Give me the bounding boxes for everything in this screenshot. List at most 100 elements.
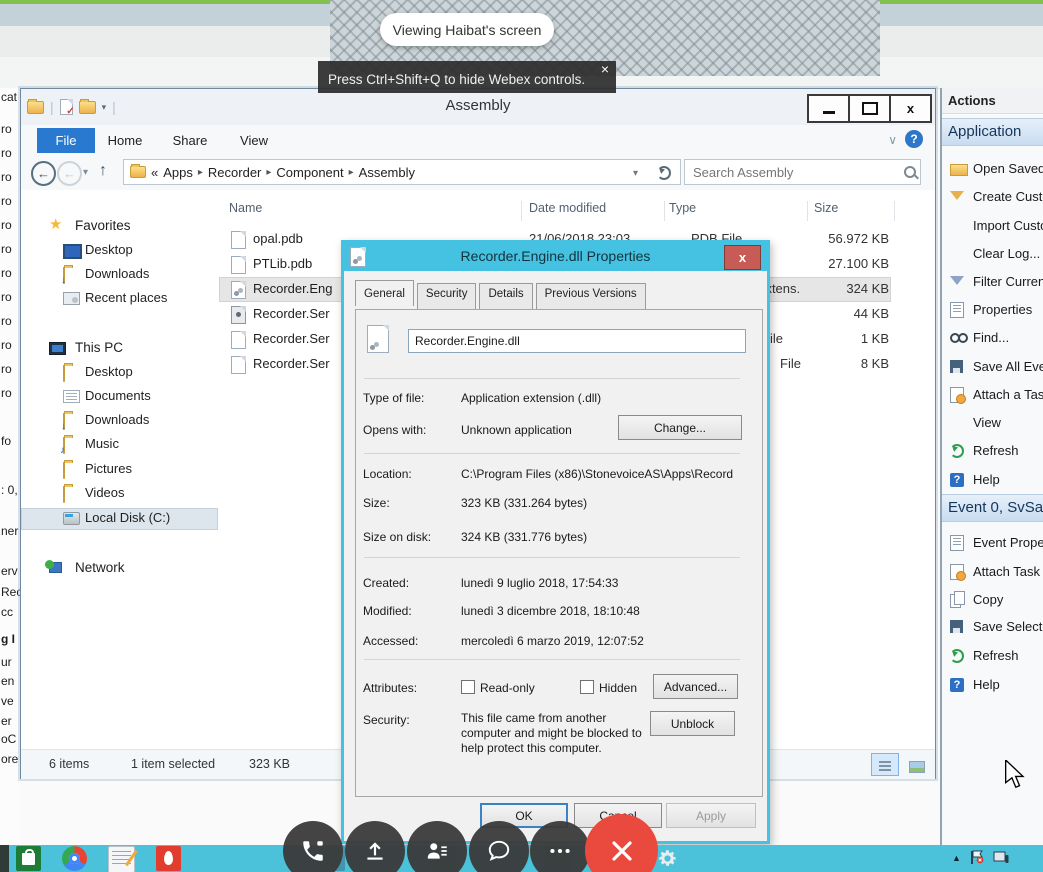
action-save-selected[interactable]: Save Selected Events...: [942, 616, 1043, 640]
search-input[interactable]: [684, 159, 921, 185]
opens-with-label: Opens with:: [363, 423, 426, 437]
explorer-titlebar[interactable]: | ✓ ▾ | Assembly x: [21, 89, 935, 125]
up-button[interactable]: ↑: [99, 162, 107, 180]
breadcrumb-segment[interactable]: Recorder: [208, 165, 261, 180]
action-clear-log[interactable]: Clear Log...: [942, 243, 1043, 267]
toast-close-button[interactable]: ×: [601, 62, 609, 76]
modified-label: Modified:: [363, 604, 412, 618]
ribbon-collapse-chevron-icon[interactable]: ∨: [888, 133, 897, 147]
hidden-checkbox[interactable]: [580, 680, 594, 694]
unblock-button[interactable]: Unblock: [650, 711, 735, 736]
sidebar-item-favorites[interactable]: Favorites: [21, 216, 218, 238]
filename-field[interactable]: [408, 329, 746, 353]
sidebar-item-recent-places[interactable]: Recent places: [21, 288, 218, 310]
sidebar-item-downloads-pc[interactable]: Downloads: [21, 410, 218, 432]
webex-participants-button[interactable]: [407, 821, 467, 872]
gear-app-icon[interactable]: [655, 846, 680, 871]
task-icon: [950, 564, 964, 580]
sidebar-item-desktop-pc[interactable]: Desktop: [21, 362, 218, 384]
action-find[interactable]: Find...: [942, 327, 1043, 351]
column-divider[interactable]: [664, 201, 665, 221]
webex-more-button[interactable]: [530, 821, 590, 872]
red-app-icon[interactable]: [156, 846, 181, 871]
help-icon: ?: [950, 678, 964, 692]
column-header-date[interactable]: Date modified: [529, 201, 606, 215]
show-hidden-icons-arrow-icon[interactable]: ▲: [952, 853, 961, 863]
tab-share[interactable]: Share: [167, 128, 213, 153]
actions-section-event[interactable]: Event 0, SvSa: [942, 494, 1043, 522]
tray-device-icon[interactable]: [993, 851, 1009, 865]
dialog-close-button[interactable]: x: [724, 245, 761, 270]
action-properties[interactable]: Properties: [942, 299, 1043, 323]
advanced-button[interactable]: Advanced...: [653, 674, 738, 699]
webex-call-button[interactable]: [283, 821, 343, 872]
action-help[interactable]: ?Help: [942, 469, 1043, 493]
sidebar-item-music[interactable]: Music: [21, 434, 218, 456]
search-icon[interactable]: [904, 166, 916, 178]
action-attach-task[interactable]: Attach a Task To...: [942, 384, 1043, 408]
maximize-button[interactable]: [848, 94, 891, 123]
tab-view[interactable]: View: [233, 128, 275, 153]
breadcrumb-segment[interactable]: Component: [276, 165, 343, 180]
readonly-checkbox[interactable]: [461, 680, 475, 694]
column-header-type[interactable]: Type: [669, 201, 696, 215]
ribbon-help-icon[interactable]: ?: [905, 130, 923, 148]
close-button[interactable]: x: [889, 94, 932, 123]
action-copy[interactable]: Copy: [942, 589, 1043, 613]
breadcrumb-overflow[interactable]: «: [151, 165, 158, 180]
action-attach-task-event[interactable]: Attach Task To This...: [942, 561, 1043, 585]
action-event-properties[interactable]: Event Properties: [942, 532, 1043, 556]
details-view-button[interactable]: [871, 753, 899, 776]
notepad-app-icon[interactable]: [108, 846, 135, 872]
breadcrumb-segment[interactable]: Apps: [163, 165, 193, 180]
back-button[interactable]: ←: [31, 161, 56, 186]
sidebar-item-downloads[interactable]: Downloads: [21, 264, 218, 286]
column-header-size[interactable]: Size: [814, 201, 838, 215]
action-filter-current-log[interactable]: Filter Current Log...: [942, 271, 1043, 295]
action-view[interactable]: View: [942, 412, 1043, 436]
column-divider[interactable]: [521, 201, 522, 221]
tab-general[interactable]: General: [355, 280, 414, 306]
webex-share-button[interactable]: [345, 821, 405, 872]
sidebar-item-documents[interactable]: Documents: [21, 386, 218, 408]
sidebar-item-videos[interactable]: Videos: [21, 483, 218, 505]
phone-icon: [300, 838, 326, 864]
tab-previous-versions[interactable]: Previous Versions: [536, 283, 646, 309]
action-refresh-event[interactable]: Refresh: [942, 645, 1043, 669]
apply-button[interactable]: Apply: [666, 803, 756, 828]
minimize-button[interactable]: [807, 94, 850, 123]
action-open-saved-log[interactable]: Open Saved Log...: [942, 158, 1043, 182]
more-options-icon: [547, 838, 573, 864]
dialog-titlebar[interactable]: Recorder.Engine.dll Properties x: [344, 243, 767, 271]
chrome-icon[interactable]: [62, 846, 87, 871]
address-refresh-icon[interactable]: [657, 166, 671, 180]
sidebar-item-local-disk-c[interactable]: Local Disk (C:): [21, 508, 218, 530]
action-center-flag-icon[interactable]: [969, 850, 985, 865]
action-save-all-events[interactable]: Save All Events As...: [942, 356, 1043, 380]
column-divider[interactable]: [894, 201, 895, 221]
tab-details[interactable]: Details: [479, 283, 532, 309]
action-refresh[interactable]: Refresh: [942, 440, 1043, 464]
clipped-text: ner: [1, 524, 18, 538]
change-button[interactable]: Change...: [618, 415, 742, 440]
actions-section-application[interactable]: Application: [942, 118, 1043, 146]
sidebar-item-pictures[interactable]: Pictures: [21, 459, 218, 481]
tab-file[interactable]: File: [37, 128, 95, 153]
forward-button[interactable]: ←: [57, 161, 82, 186]
column-header-name[interactable]: Name: [229, 201, 262, 215]
tab-security[interactable]: Security: [417, 283, 477, 309]
action-import-custom-view[interactable]: Import Custom View...: [942, 215, 1043, 239]
sidebar-item-network[interactable]: Network: [21, 558, 218, 580]
webex-chat-button[interactable]: [469, 821, 529, 872]
action-create-custom-view[interactable]: Create Custom View...: [942, 186, 1043, 210]
action-help-event[interactable]: ?Help: [942, 674, 1043, 698]
breadcrumb-segment[interactable]: Assembly: [359, 165, 415, 180]
history-chevron-icon[interactable]: ▾: [83, 167, 88, 178]
column-divider[interactable]: [807, 201, 808, 221]
window-title: Assembly: [21, 97, 935, 114]
sidebar-item-desktop[interactable]: Desktop: [21, 240, 218, 262]
store-app-icon[interactable]: [16, 846, 41, 871]
tab-home[interactable]: Home: [103, 128, 147, 153]
thumbnails-view-button[interactable]: [903, 753, 931, 776]
sidebar-item-this-pc[interactable]: This PC: [21, 338, 218, 360]
